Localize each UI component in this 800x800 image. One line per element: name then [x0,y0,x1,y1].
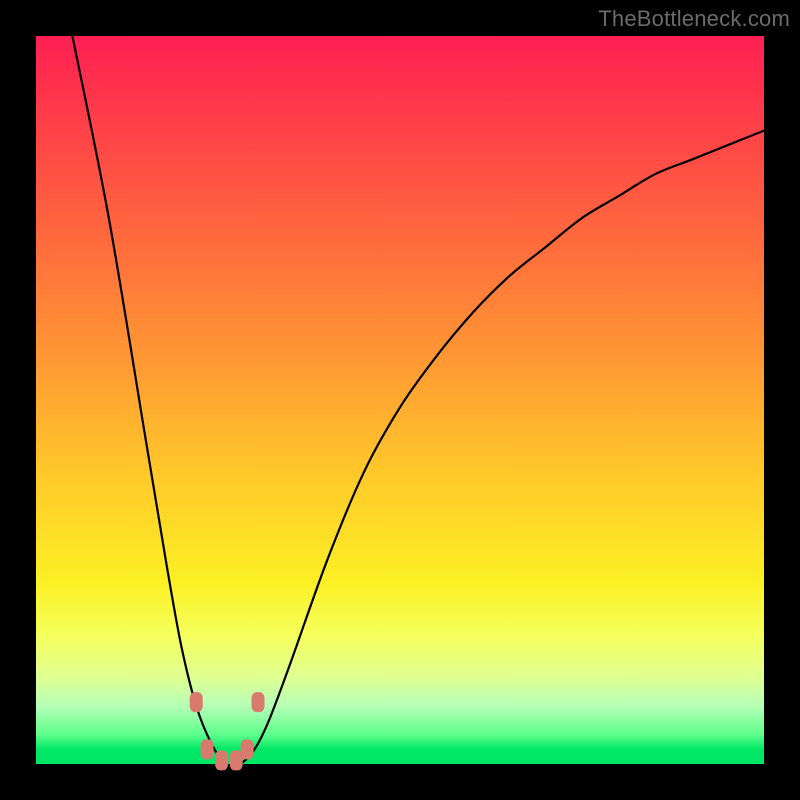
marker-group [190,692,265,770]
curve-marker [215,750,228,770]
curve-marker [252,692,265,712]
watermark-text: TheBottleneck.com [598,6,790,32]
curve-marker [190,692,203,712]
curve-marker [241,739,254,759]
plot-area [36,36,764,764]
chart-frame: TheBottleneck.com [0,0,800,800]
curve-svg [36,36,764,764]
bottleneck-curve [72,36,764,766]
curve-marker [201,739,214,759]
